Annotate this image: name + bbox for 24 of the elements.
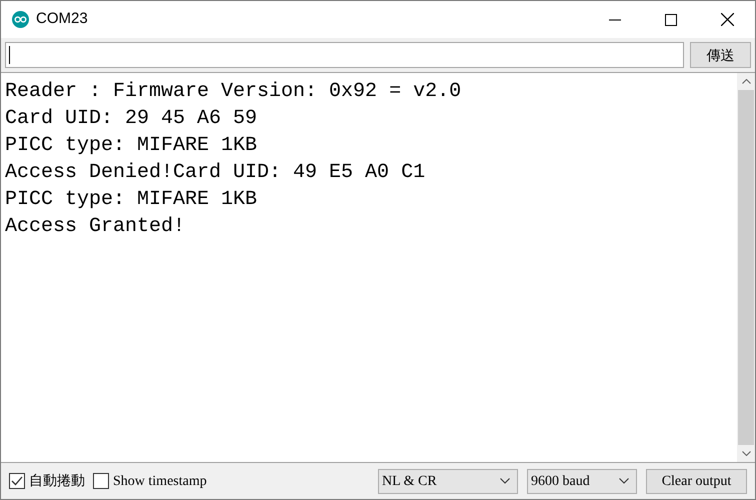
app-logo-icon	[12, 11, 29, 28]
scroll-up-icon[interactable]	[742, 79, 750, 84]
window-title: COM23	[36, 9, 88, 30]
checkbox[interactable]	[93, 473, 109, 489]
send-button[interactable]: 傳送	[690, 42, 751, 68]
close-icon	[720, 13, 734, 26]
checkbox[interactable]	[9, 473, 25, 489]
clear-output-button[interactable]: Clear output	[646, 468, 747, 494]
output-line: Access Granted!	[5, 214, 186, 240]
checkbox-label: 自動捲動	[29, 472, 85, 490]
output-line: Card UID: 29 45 A6 59	[5, 106, 258, 132]
line-ending-dropdown[interactable]: NL & CR	[378, 468, 518, 494]
send-input-field[interactable]	[5, 42, 684, 68]
scroll-down-icon[interactable]	[742, 451, 750, 456]
output-line: PICC type: MIFARE 1KB	[5, 133, 258, 159]
chevron-down-icon	[619, 478, 629, 484]
maximize-icon	[665, 14, 677, 26]
baud-rate-dropdown[interactable]: 9600 baud	[527, 468, 637, 494]
scrollbar[interactable]	[737, 73, 755, 462]
checkbox-label: Show timestamp	[113, 472, 207, 490]
output-line: PICC type: MIFARE 1KB	[5, 187, 258, 213]
output-line: Reader : Firmware Version: 0x92 = v2.0	[5, 79, 462, 105]
chevron-down-icon	[500, 478, 510, 484]
output-line: Access Denied!Card UID: 49 E5 A0 C1	[5, 160, 426, 186]
